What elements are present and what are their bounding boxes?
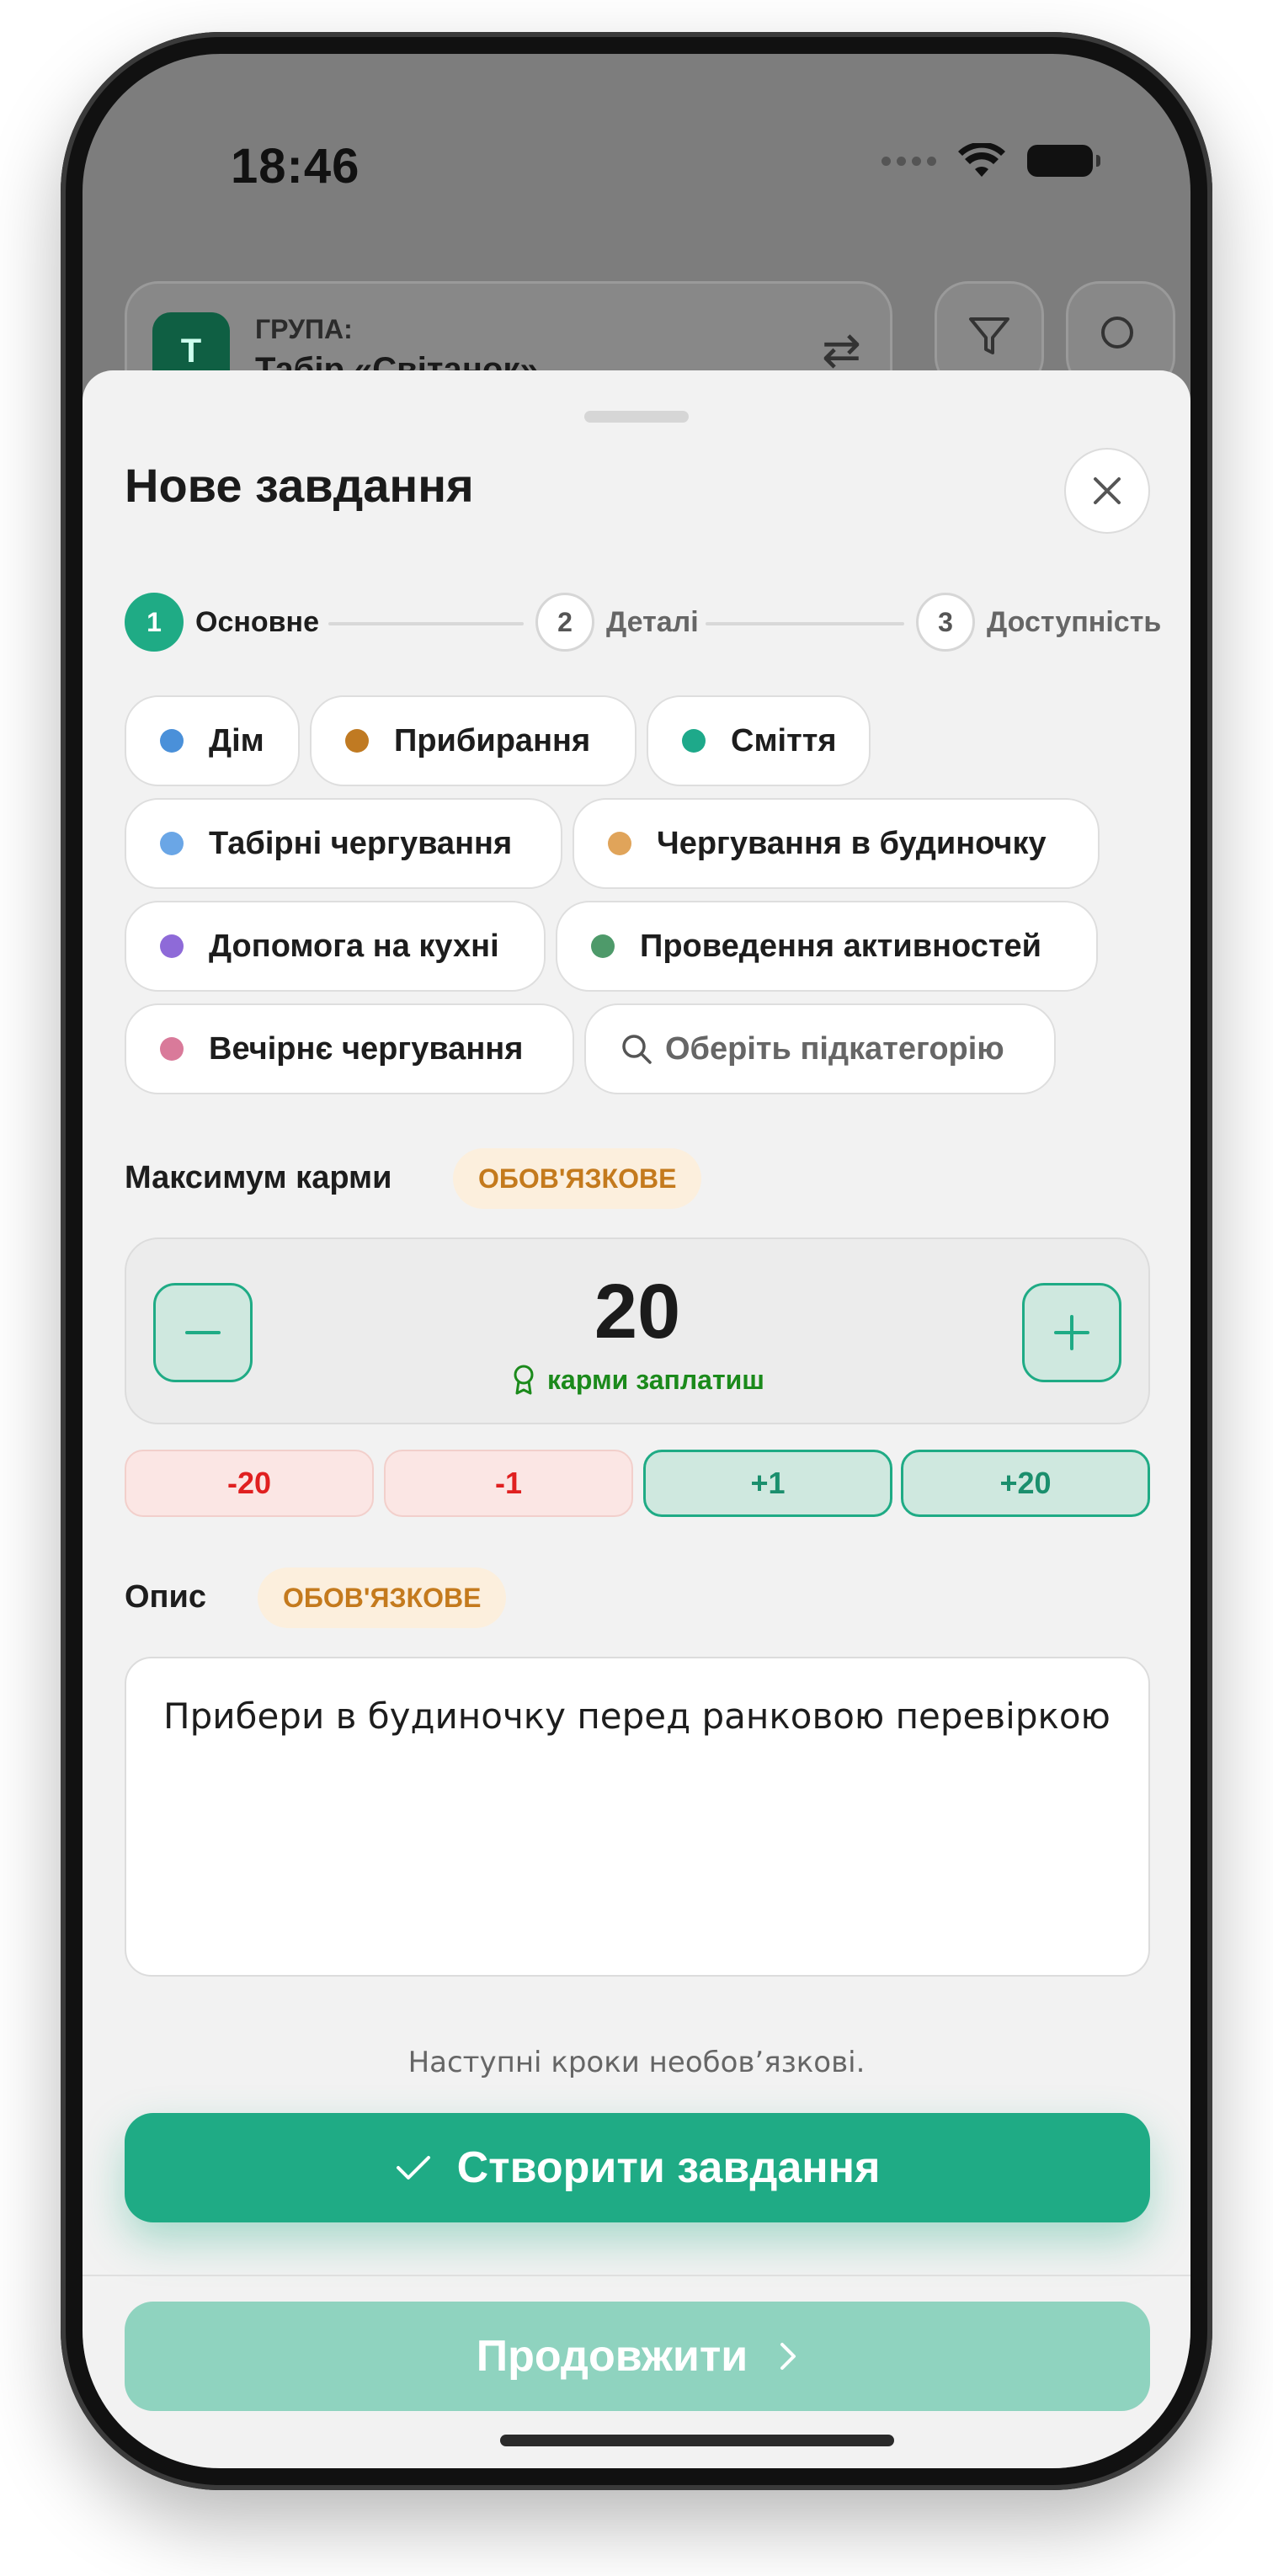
phone-frame: 18:46 Т ГРУПА: Табір «Світанок» ⇄ Нове з…: [61, 32, 1212, 2490]
battery-icon: [1027, 145, 1100, 177]
karma-quick-adjust: -20 -1 +1 +20: [125, 1450, 1150, 1517]
karma-plus-1-button[interactable]: +1: [643, 1450, 892, 1517]
karma-caption-text: карми заплатиш: [547, 1364, 764, 1395]
chip-activities[interactable]: Проведення активностей: [556, 901, 1098, 992]
step-basic[interactable]: 1 Основне: [125, 593, 319, 652]
category-dot: [160, 832, 184, 855]
step-availability[interactable]: 3 Доступність: [916, 593, 1161, 652]
search-icon: [1101, 317, 1133, 349]
search-icon: [622, 1035, 652, 1064]
karma-stepper: 20 карми заплатиш: [125, 1237, 1150, 1424]
karma-caption: карми заплатиш: [126, 1364, 1148, 1396]
chip-label: Прибирання: [394, 722, 591, 758]
category-dot: [591, 934, 615, 958]
increment-button[interactable]: [1022, 1283, 1121, 1382]
create-task-label: Створити завдання: [456, 2143, 881, 2192]
close-button[interactable]: [1064, 448, 1150, 534]
step-connector: [706, 622, 904, 625]
subcategory-placeholder: Оберіть підкатегорію: [665, 1030, 1004, 1067]
chip-label: Вечірнє чергування: [209, 1030, 524, 1067]
step-label: Основне: [195, 605, 320, 638]
step-label: Деталі: [606, 605, 699, 638]
karma-plus-20-button[interactable]: +20: [901, 1450, 1150, 1517]
chip-camp-duty[interactable]: Табірні чергування: [125, 798, 562, 889]
chip-evening-duty[interactable]: Вечірнє чергування: [125, 1003, 574, 1094]
sheet-title: Нове завдання: [125, 459, 474, 512]
chip-kitchen-help[interactable]: Допомога на кухні: [125, 901, 546, 992]
category-dot: [160, 934, 184, 958]
signal-icon: [882, 156, 936, 166]
divider: [83, 2275, 1190, 2276]
category-dot: [608, 832, 631, 855]
category-dot: [160, 729, 184, 753]
karma-label: Максимум карми: [125, 1160, 392, 1195]
chip-label: Проведення активностей: [640, 928, 1042, 964]
continue-button[interactable]: Продовжити: [125, 2302, 1150, 2411]
wifi-icon: [958, 143, 1005, 177]
chip-label: Табірні чергування: [209, 825, 513, 861]
step-connector: [328, 622, 524, 625]
chip-label: Допомога на кухні: [209, 928, 499, 964]
subcategory-search[interactable]: Оберіть підкатегорію: [584, 1003, 1056, 1094]
chevron-right-icon: [780, 2343, 796, 2370]
karma-value: 20: [594, 1269, 681, 1355]
home-indicator: [500, 2435, 894, 2446]
karma-minus-1-button[interactable]: -1: [384, 1450, 633, 1517]
group-label: ГРУПА:: [255, 314, 353, 344]
step-number: 2: [535, 593, 594, 652]
chip-label: Дім: [209, 722, 264, 758]
category-dot: [345, 729, 369, 753]
description-label: Опис: [125, 1579, 207, 1615]
close-icon: [1094, 477, 1121, 504]
chip-label: Чергування в будиночку: [657, 825, 1047, 861]
chip-trash[interactable]: Сміття: [647, 695, 871, 786]
karma-minus-20-button[interactable]: -20: [125, 1450, 374, 1517]
step-number: 3: [916, 593, 975, 652]
required-badge: ОБОВ'ЯЗКОВЕ: [453, 1148, 702, 1209]
plus-icon: [1054, 1315, 1089, 1350]
category-dot: [682, 729, 706, 753]
chip-home[interactable]: Дім: [125, 695, 300, 786]
status-icons: [882, 143, 1100, 178]
continue-label: Продовжити: [476, 2332, 748, 2381]
screen: 18:46 Т ГРУПА: Табір «Світанок» ⇄ Нове з…: [83, 54, 1190, 2468]
step-label: Доступність: [987, 605, 1162, 638]
award-icon: [514, 1365, 534, 1395]
sheet-grabber[interactable]: [584, 411, 689, 423]
description-input[interactable]: Прибери в будиночку перед ранковою перев…: [125, 1657, 1150, 1977]
step-details[interactable]: 2 Деталі: [535, 593, 699, 652]
required-badge: ОБОВ'ЯЗКОВЕ: [258, 1567, 507, 1628]
chip-cleaning[interactable]: Прибирання: [310, 695, 636, 786]
category-dot: [160, 1037, 184, 1061]
create-task-button[interactable]: Створити завдання: [125, 2113, 1150, 2222]
chip-label: Сміття: [731, 722, 837, 758]
filter-icon: [969, 317, 1009, 354]
status-time: 18:46: [231, 139, 360, 194]
optional-steps-hint: Наступні кроки необов’язкові.: [407, 2046, 866, 2079]
new-task-sheet: Нове завдання 1 Основне 2 Деталі 3 Досту…: [83, 370, 1190, 2468]
chip-house-duty[interactable]: Чергування в будиночку: [573, 798, 1100, 889]
step-number: 1: [125, 593, 184, 652]
check-icon: [396, 2156, 430, 2179]
stepper: 1 Основне 2 Деталі 3 Доступність: [125, 593, 1161, 655]
